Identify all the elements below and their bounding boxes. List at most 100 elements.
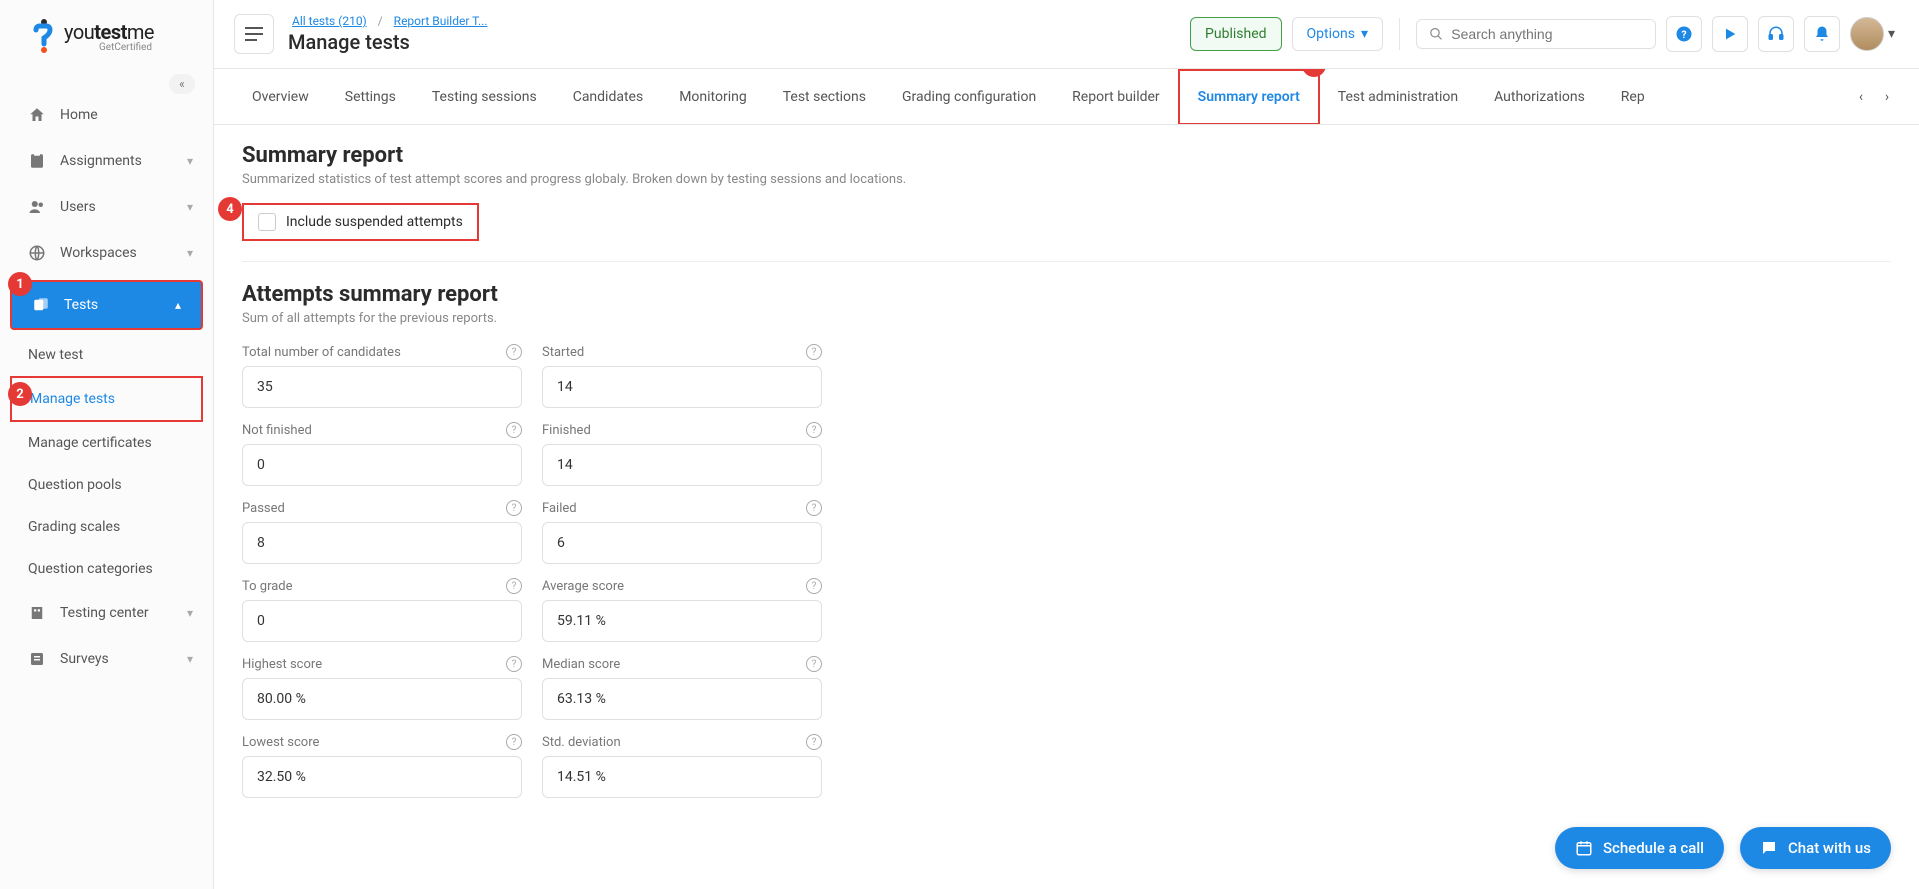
field-value: 6: [542, 522, 822, 564]
field-value: 14: [542, 366, 822, 408]
info-icon[interactable]: ?: [506, 344, 522, 360]
chat-button[interactable]: Chat with us: [1740, 827, 1891, 869]
chevron-up-icon: ▴: [175, 298, 181, 312]
tab-test-administration[interactable]: Test administration: [1320, 71, 1476, 123]
breadcrumb: All tests (210) / Report Builder T...: [288, 14, 492, 28]
sidebar-item-users[interactable]: Users ▾: [0, 184, 213, 230]
field-label: Not finished: [242, 423, 312, 438]
sidebar-sub-manage-certificates[interactable]: Manage certificates: [0, 422, 213, 464]
tab-test-sections[interactable]: Test sections: [765, 71, 884, 123]
users-icon: [28, 198, 46, 216]
play-button[interactable]: [1712, 16, 1748, 52]
content-area: Summary report Summarized statistics of …: [214, 125, 1919, 889]
chat-icon: [1760, 839, 1778, 857]
sidebar-item-surveys[interactable]: Surveys ▾: [0, 636, 213, 682]
search-box[interactable]: [1416, 19, 1656, 49]
headset-button[interactable]: [1758, 16, 1794, 52]
sidebar-sub-grading-scales[interactable]: Grading scales: [0, 506, 213, 548]
field-label: Lowest score: [242, 735, 319, 750]
field-average-score: Average score? 59.11 %: [542, 578, 822, 642]
bell-icon: [1813, 25, 1831, 43]
tabs-scroll-right[interactable]: ›: [1875, 85, 1899, 109]
field-value: 63.13 %: [542, 678, 822, 720]
info-icon[interactable]: ?: [806, 344, 822, 360]
field-label: Average score: [542, 579, 624, 594]
tab-testing-sessions[interactable]: Testing sessions: [414, 71, 555, 123]
options-label: Options: [1307, 26, 1355, 42]
sidebar-sub-new-test[interactable]: New test: [0, 334, 213, 376]
attempts-summary-title: Attempts summary report: [242, 282, 1891, 307]
info-icon[interactable]: ?: [806, 422, 822, 438]
info-icon[interactable]: ?: [506, 578, 522, 594]
breadcrumb-all-tests[interactable]: All tests (210): [292, 14, 367, 28]
field-median-score: Median score? 63.13 %: [542, 656, 822, 720]
schedule-call-label: Schedule a call: [1603, 839, 1704, 857]
chevron-down-icon: ▾: [1361, 26, 1368, 42]
info-icon[interactable]: ?: [806, 500, 822, 516]
field-label: Highest score: [242, 657, 322, 672]
chevron-double-left-icon: «: [179, 77, 185, 91]
sidebar-item-workspaces[interactable]: Workspaces ▾: [0, 230, 213, 276]
search-input[interactable]: [1451, 26, 1643, 42]
info-icon[interactable]: ?: [506, 500, 522, 516]
sidebar-item-testing-center[interactable]: Testing center ▾: [0, 590, 213, 636]
attempts-summary-desc: Sum of all attempts for the previous rep…: [242, 311, 1891, 326]
breadcrumb-report-builder[interactable]: Report Builder T...: [394, 14, 488, 28]
logo-text: youtestme: [64, 20, 154, 44]
info-icon[interactable]: ?: [506, 656, 522, 672]
info-icon[interactable]: ?: [806, 734, 822, 750]
field-failed: Failed? 6: [542, 500, 822, 564]
tab-candidates[interactable]: Candidates: [555, 71, 662, 123]
options-button[interactable]: Options ▾: [1292, 17, 1383, 51]
main-panel: All tests (210) / Report Builder T... Ma…: [214, 0, 1919, 889]
user-menu[interactable]: ▾: [1850, 17, 1895, 51]
include-suspended-checkbox[interactable]: [258, 213, 276, 231]
notifications-button[interactable]: [1804, 16, 1840, 52]
field-value: 14.51 %: [542, 756, 822, 798]
sidebar-sub-manage-tests[interactable]: Manage tests: [10, 376, 203, 422]
tab-summary-report[interactable]: Summary report: [1178, 69, 1320, 125]
info-icon[interactable]: ?: [506, 422, 522, 438]
tab-monitoring[interactable]: Monitoring: [661, 71, 765, 123]
tab-report-builder[interactable]: Report builder: [1054, 71, 1178, 123]
tab-settings[interactable]: Settings: [327, 71, 414, 123]
floating-actions: Schedule a call Chat with us: [1555, 827, 1891, 869]
field-finished: Finished? 14: [542, 422, 822, 486]
sidebar-item-label: Workspaces: [60, 245, 137, 261]
info-icon[interactable]: ?: [806, 656, 822, 672]
avatar: [1850, 17, 1884, 51]
sidebar-sub-question-pools[interactable]: Question pools: [0, 464, 213, 506]
status-badge-published: Published: [1190, 17, 1281, 51]
field-not-finished: Not finished? 0: [242, 422, 522, 486]
callout-1: 1: [8, 272, 32, 296]
sidebar-sub-question-categories[interactable]: Question categories: [0, 548, 213, 590]
menu-button[interactable]: [234, 14, 274, 54]
tests-icon: [32, 296, 50, 314]
chevron-down-icon: ▾: [187, 246, 193, 260]
tab-authorizations[interactable]: Authorizations: [1476, 71, 1603, 123]
sidebar-item-assignments[interactable]: Assignments ▾: [0, 138, 213, 184]
chevron-down-icon: ▾: [187, 200, 193, 214]
sidebar-item-tests[interactable]: Tests ▴: [10, 280, 203, 330]
chevron-right-icon: ›: [1885, 89, 1889, 105]
sidebar-nav: Home Assignments ▾ Users ▾ Work: [0, 92, 213, 682]
globe-icon: [28, 244, 46, 262]
info-icon[interactable]: ?: [806, 578, 822, 594]
schedule-call-button[interactable]: Schedule a call: [1555, 827, 1724, 869]
sidebar-item-home[interactable]: Home: [0, 92, 213, 138]
tab-overview[interactable]: Overview: [234, 71, 327, 123]
field-value: 0: [242, 444, 522, 486]
info-icon[interactable]: ?: [506, 734, 522, 750]
tab-grading-configuration[interactable]: Grading configuration: [884, 71, 1054, 123]
tabs-scroll-left[interactable]: ‹: [1849, 85, 1873, 109]
summary-report-title: Summary report: [242, 143, 1891, 168]
help-button[interactable]: ?: [1666, 16, 1702, 52]
collapse-sidebar-button[interactable]: «: [169, 74, 195, 94]
field-label: Std. deviation: [542, 735, 621, 750]
logo[interactable]: youtestme GetCertified: [0, 0, 213, 64]
section-divider: [242, 261, 1891, 262]
divider: [1399, 18, 1400, 50]
tab-reports-truncated[interactable]: Rep: [1603, 71, 1663, 123]
logo-icon: [30, 18, 54, 54]
field-label: Median score: [542, 657, 620, 672]
